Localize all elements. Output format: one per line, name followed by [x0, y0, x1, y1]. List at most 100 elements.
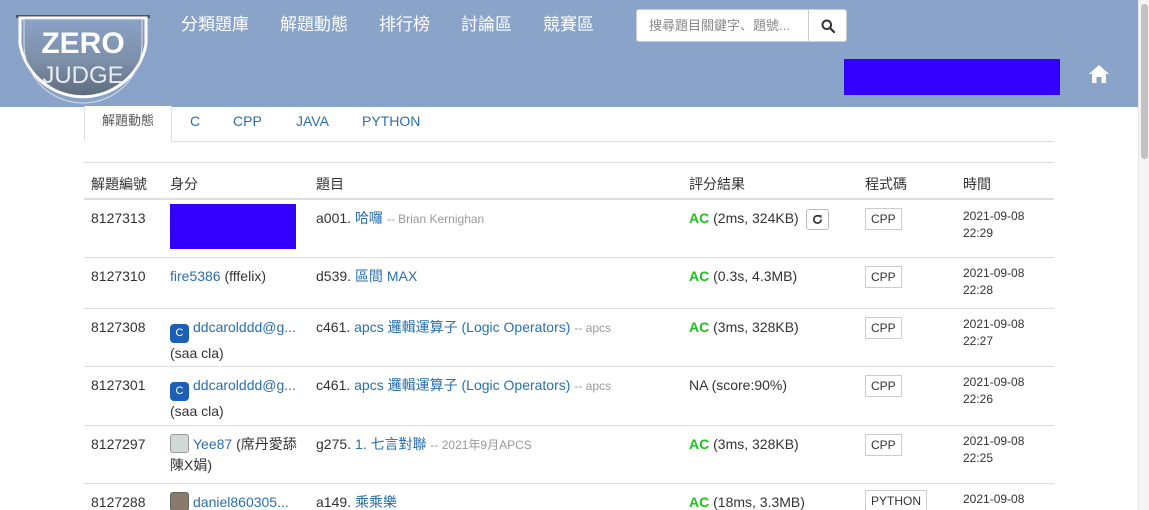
code-button[interactable]: CPP — [865, 317, 902, 339]
verdict-ac[interactable]: AC — [689, 319, 709, 335]
problem-title-link[interactable]: 乘乘樂 — [355, 494, 397, 510]
submission-id[interactable]: 8127288 — [91, 492, 146, 510]
user-avatar-image[interactable] — [170, 434, 189, 453]
table-row: 8127313 a001. 哈囉 -- Brian Kernighan AC (… — [84, 200, 1054, 258]
scrollbar-thumb[interactable] — [1141, 4, 1148, 159]
submission-id[interactable]: 8127313 — [91, 208, 146, 229]
user-cell: Cddcarolddd@g... (saa cla) — [170, 375, 310, 422]
code-button[interactable]: CPP — [865, 208, 902, 230]
submission-id[interactable]: 8127310 — [91, 266, 146, 287]
submit-time: 2021-09-08 22:26 — [963, 374, 1024, 408]
user-link[interactable]: Yee87 — [193, 436, 232, 452]
nav-ranking[interactable]: 排行榜 — [379, 14, 430, 36]
language-tabs: 解題動態 C CPP JAVA PYTHON — [84, 106, 1054, 142]
problem-title-link[interactable]: 哈囉 — [355, 210, 383, 226]
submission-id[interactable]: 8127301 — [91, 375, 146, 396]
submit-date: 2021-09-08 — [963, 317, 1025, 331]
user-cell: fire5386 (fffelix) — [170, 266, 266, 287]
result-detail: (3ms, 328KB) — [713, 436, 799, 452]
submit-time: 2021-09-08 22:29 — [963, 208, 1024, 242]
problem-title-link[interactable]: 區間 MAX — [355, 268, 417, 284]
user-nickname: (saa cla) — [170, 403, 224, 419]
tab-all-submissions[interactable]: 解題動態 — [84, 106, 172, 142]
verdict-ac[interactable]: AC — [689, 210, 709, 226]
result-detail-na[interactable]: NA (score:90%) — [689, 375, 787, 396]
verdict-ac[interactable]: AC — [689, 494, 709, 510]
code-button[interactable]: CPP — [865, 375, 902, 397]
page-scrollbar[interactable] — [1138, 0, 1149, 510]
table-row: 8127308 Cddcarolddd@g... (saa cla) c461.… — [84, 309, 1054, 367]
user-cell: Yee87 (席丹愛舔陳X娟) — [170, 434, 310, 476]
header-submission-id: 解題編號 — [91, 176, 147, 192]
submit-time: 2021-09-08 22:25 — [963, 433, 1024, 467]
user-avatar-image[interactable] — [170, 492, 189, 510]
search-form — [636, 9, 847, 42]
verdict-ac[interactable]: AC — [689, 436, 709, 452]
tab-java[interactable]: JAVA — [296, 106, 329, 142]
tab-python[interactable]: PYTHON — [362, 106, 420, 142]
result-detail: (18ms, 3.3MB) — [713, 494, 805, 510]
problem-title-link[interactable]: apcs 邏輯運算子 (Logic Operators) — [354, 319, 570, 335]
problem-cell: d539. 區間 MAX — [316, 266, 417, 287]
nav-problem-bank[interactable]: 分類題庫 — [181, 14, 249, 36]
problem-id: a149. — [316, 494, 352, 510]
tab-cpp[interactable]: CPP — [233, 106, 262, 142]
home-icon[interactable] — [1088, 64, 1110, 84]
problem-id: c461. — [316, 319, 351, 335]
submit-date: 2021-09-08 — [963, 266, 1025, 280]
result-detail: (3ms, 328KB) — [713, 319, 799, 335]
header-user: 身分 — [170, 176, 198, 192]
submit-clock: 22:29 — [963, 226, 994, 240]
problem-source: -- apcs — [574, 321, 612, 335]
user-avatar[interactable]: C — [170, 382, 189, 401]
nav-contests[interactable]: 競賽區 — [543, 14, 594, 36]
user-link[interactable]: ddcarolddd@g... — [193, 377, 296, 393]
submission-id[interactable]: 8127297 — [91, 434, 146, 455]
rejudge-button[interactable] — [805, 208, 829, 230]
nav-submissions[interactable]: 解題動態 — [280, 14, 348, 36]
result-detail: (0.3s, 4.3MB) — [713, 268, 798, 284]
user-link[interactable]: ddcarolddd@g... — [193, 319, 296, 335]
search-input[interactable] — [636, 9, 808, 42]
problem-title-link[interactable]: apcs 邏輯運算子 (Logic Operators) — [354, 377, 570, 393]
table-row: 8127288 daniel860305... a149. 乘乘樂 AC (18… — [84, 484, 1054, 510]
header-result: 評分結果 — [689, 176, 745, 192]
result-cell: AC (18ms, 3.3MB) — [689, 492, 805, 510]
nav-forum[interactable]: 討論區 — [461, 14, 512, 36]
result-cell: AC (2ms, 324KB) — [689, 208, 829, 230]
submission-id[interactable]: 8127308 — [91, 317, 146, 338]
code-button[interactable]: PYTHON — [865, 490, 928, 510]
result-cell: AC (3ms, 328KB) — [689, 434, 799, 455]
verdict-ac[interactable]: AC — [689, 268, 709, 284]
main-nav: 分類題庫 解題動態 排行榜 討論區 競賽區 — [181, 14, 625, 36]
problem-cell: a149. 乘乘樂 — [316, 492, 397, 510]
zerojudge-logo[interactable]: ZERO JUDGE — [14, 14, 150, 106]
user-nickname: (fffelix) — [224, 268, 266, 284]
top-navbar: ZERO JUDGE 分類題庫 解題動態 排行榜 討論區 競賽區 — [0, 0, 1138, 107]
user-redacted[interactable] — [170, 204, 296, 249]
user-link[interactable]: daniel860305... — [193, 494, 289, 510]
user-cell: Cddcarolddd@g... (saa cla) — [170, 317, 310, 364]
code-button[interactable]: CPP — [865, 266, 902, 288]
problem-cell: c461. apcs 邏輯運算子 (Logic Operators) -- ap… — [316, 317, 611, 339]
submit-time: 2021-09-08 — [963, 491, 1024, 508]
problem-id: a001. — [316, 210, 352, 226]
tab-c[interactable]: C — [190, 106, 200, 142]
refresh-icon — [812, 214, 822, 224]
problem-source: -- 2021年9月APCS — [430, 438, 532, 452]
problem-source: -- apcs — [574, 379, 612, 393]
code-button[interactable]: CPP — [865, 434, 902, 456]
problem-title-link[interactable]: 1. 七言對聯 — [355, 436, 427, 452]
submit-clock: 22:28 — [963, 283, 994, 297]
user-link[interactable]: fire5386 — [170, 268, 221, 284]
user-account-redacted[interactable] — [844, 59, 1060, 95]
table-row: 8127310 fire5386 (fffelix) d539. 區間 MAX … — [84, 258, 1054, 309]
submit-time: 2021-09-08 22:27 — [963, 316, 1024, 350]
user-avatar[interactable]: C — [170, 324, 189, 343]
header-problem: 題目 — [316, 176, 344, 192]
problem-cell: g275. 1. 七言對聯 -- 2021年9月APCS — [316, 434, 532, 456]
logo-text-judge: JUDGE — [42, 62, 123, 89]
table-row: 8127301 Cddcarolddd@g... (saa cla) c461.… — [84, 367, 1054, 426]
search-button[interactable] — [808, 9, 847, 42]
search-icon — [821, 19, 835, 33]
